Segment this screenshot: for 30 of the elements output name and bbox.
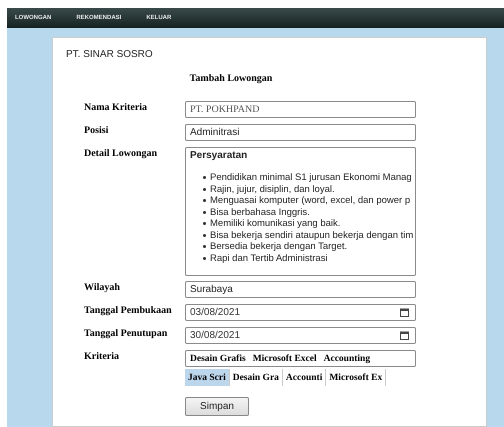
save-button[interactable]: Simpan <box>185 397 249 416</box>
field-label: Posisi <box>84 125 108 136</box>
option-item[interactable]: Desain Gra <box>230 369 283 386</box>
bullet-icon <box>203 245 206 248</box>
option-item[interactable]: Accounti <box>282 369 326 386</box>
option-item[interactable]: Java Scri <box>185 369 230 386</box>
field-label: Nama Kriteria <box>84 102 148 113</box>
field-label: Tanggal Penutupan <box>84 328 168 339</box>
field-label: Wilayah <box>84 282 120 293</box>
calendar-icon[interactable] <box>400 331 409 340</box>
bullet-icon <box>203 234 206 237</box>
tag-input[interactable]: Desain Grafis Microsoft Excel Accounting <box>185 350 416 367</box>
field-label: Kriteria <box>84 351 119 362</box>
bullet-icon <box>203 222 206 226</box>
date-field[interactable]: 30/08/2021 <box>185 327 416 344</box>
bullet-icon <box>203 176 206 180</box>
bullet-icon <box>203 188 206 191</box>
text-field[interactable]: Surabaya <box>185 281 416 298</box>
company-name: PT. SINAR SOSRO <box>66 49 154 61</box>
field-label: Tanggal Pembukaan <box>84 305 172 316</box>
text-area[interactable]: Persyaratan Pendidikan minimal S1 jurusan Ekonomi Manag Rajin, jujur, disiplin, dan loyal. Menguasai komputer (word, excel, dan power p Bisa berbahasa Inggris. Memiliki komunikasi yang baik. Bisa bekerja sendiri ataupun bekerja dengan tim Bersedia bekerja dengan Target. Rapi dan Tertib Administrasi <box>185 147 416 276</box>
calendar-icon[interactable] <box>400 308 409 317</box>
form-title: Tambah Lowongan <box>190 73 272 85</box>
text-field[interactable]: PT. POKHPAND <box>185 101 416 118</box>
date-field[interactable]: 03/08/2021 <box>185 304 416 321</box>
bullet-icon <box>203 199 206 202</box>
bullet-icon <box>203 210 206 214</box>
field-label: Detail Lowongan <box>84 148 158 159</box>
bullet-icon <box>203 256 206 260</box>
text-field[interactable]: Adminitrasi <box>185 124 416 141</box>
